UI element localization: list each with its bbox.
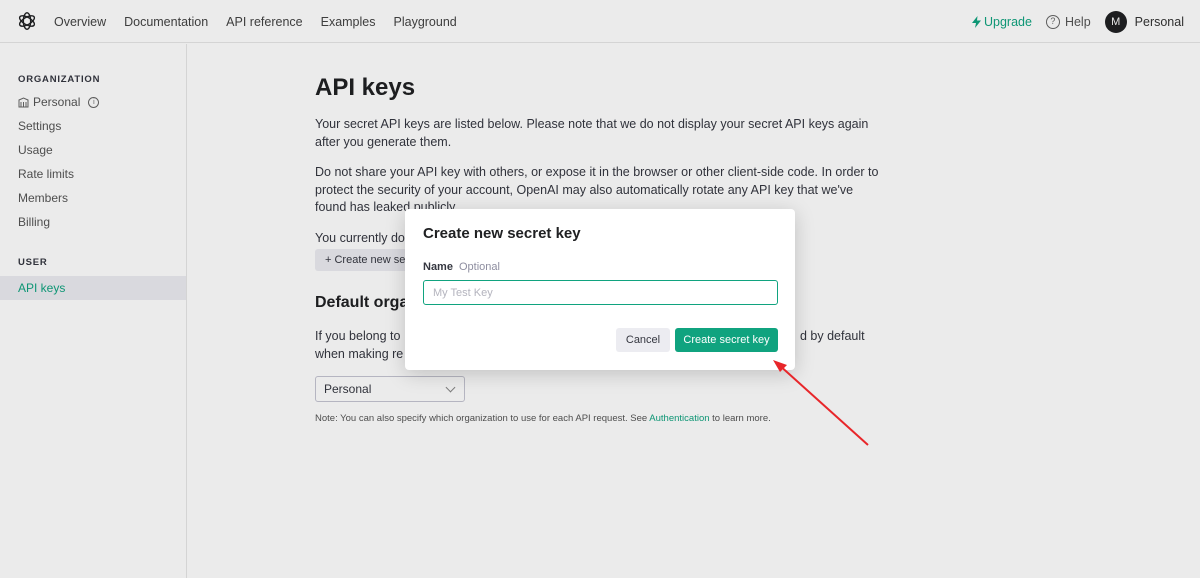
name-label: Name — [423, 261, 453, 273]
optional-label: Optional — [458, 261, 500, 273]
cancel-button[interactable]: Cancel — [616, 328, 670, 352]
annotation-arrow-icon — [773, 360, 869, 446]
dialog-title: Create new secret key — [423, 225, 581, 242]
create-secret-key-button[interactable]: Create secret key — [675, 328, 778, 352]
name-field-label: Name Optional — [423, 261, 500, 273]
key-name-input[interactable] — [423, 280, 778, 305]
create-secret-key-dialog: Create new secret key Name Optional Canc… — [405, 209, 795, 370]
